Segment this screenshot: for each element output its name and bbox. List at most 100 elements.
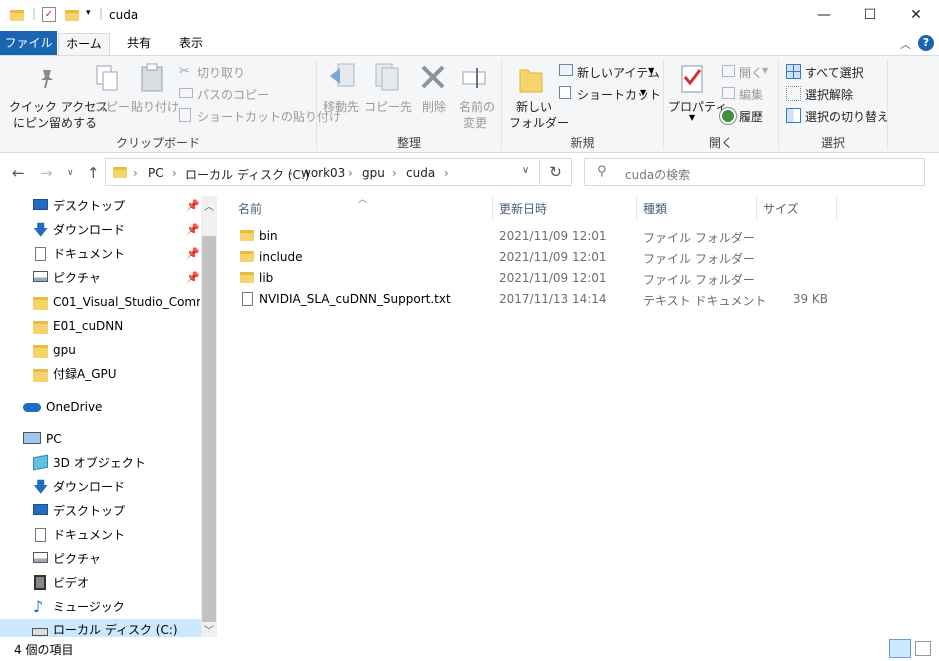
address-history-dropdown-icon[interactable]: ∨ (522, 165, 529, 176)
search-box[interactable]: ⚲ cudaの検索 (584, 158, 925, 186)
nav-item-local-disk[interactable]: ローカル ディスク (C:) (0, 619, 201, 637)
pin-icon[interactable]: 📌 (186, 218, 200, 242)
breadcrumb-pc[interactable]: PC (148, 166, 164, 180)
breadcrumb-separator[interactable]: › (392, 166, 397, 180)
properties-quick-icon[interactable]: ✓ (42, 7, 56, 22)
nav-item-gpu[interactable]: gpu (0, 338, 200, 362)
pin-icon[interactable]: 📌 (186, 194, 200, 218)
close-button[interactable]: ✕ (893, 0, 939, 31)
breadcrumb-separator[interactable]: › (444, 166, 449, 180)
nav-item-documents[interactable]: ドキュメント 📌 (0, 242, 200, 266)
address-bar[interactable]: › PC › ローカル ディスク (C:) › work03 › gpu › c… (105, 158, 540, 186)
column-header-type[interactable]: 種類 (643, 200, 667, 217)
pin-quick-access-button-line2[interactable]: にピン留めする (13, 114, 97, 131)
copy-path-button[interactable]: パスのコピー (197, 86, 269, 103)
file-row-include[interactable]: include 2021/11/09 12:01 ファイル フォルダー (234, 247, 834, 268)
nav-item-videos[interactable]: ビデオ (0, 571, 200, 595)
breadcrumb-separator[interactable]: › (348, 166, 353, 180)
rename-button-line2[interactable]: 変更 (463, 114, 487, 131)
select-all-button[interactable]: すべて選択 (805, 64, 864, 81)
shortcut-button[interactable]: ショートカット (577, 86, 661, 103)
title-bar: | ✓ ▾ | cuda — ☐ ✕ (0, 0, 939, 31)
new-folder-button-line2[interactable]: フォルダー (509, 114, 569, 131)
dropdown-arrow-icon[interactable]: ▼ (640, 88, 646, 97)
nav-item-desktop[interactable]: デスクトップ 📌 (0, 194, 200, 218)
pin-icon[interactable]: 📌 (186, 242, 200, 266)
paste-button[interactable]: 貼り付け (131, 98, 179, 115)
minimize-button[interactable]: — (801, 0, 847, 31)
tab-home[interactable]: ホーム (58, 33, 110, 56)
nav-item-downloads[interactable]: 🡇 ダウンロード 📌 (0, 218, 200, 242)
tab-file[interactable]: ファイル (0, 31, 57, 55)
copy-to-button[interactable]: コピー先 (364, 98, 412, 115)
nav-item-onedrive[interactable]: OneDrive (0, 395, 200, 419)
file-row-bin[interactable]: bin 2021/11/09 12:01 ファイル フォルダー (234, 226, 834, 247)
cut-button[interactable]: 切り取り (197, 64, 245, 81)
ribbon-tabs: ファイル ホーム 共有 表示 ︿ ? (0, 31, 939, 56)
delete-button[interactable]: 削除 (422, 98, 446, 115)
select-none-button[interactable]: 選択解除 (805, 86, 853, 103)
new-folder-quick-icon[interactable] (65, 10, 79, 21)
refresh-button[interactable]: ↻ (540, 158, 572, 186)
history-button[interactable]: 履歴 (739, 108, 763, 125)
new-folder-button-line1[interactable]: 新しい (516, 98, 552, 115)
column-divider[interactable] (636, 196, 637, 220)
scroll-up-icon[interactable]: ︿ (204, 198, 214, 213)
file-modified: 2017/11/13 14:14 (499, 292, 607, 306)
breadcrumb-separator[interactable]: › (172, 166, 177, 180)
forward-button[interactable]: → (40, 164, 53, 182)
move-to-button[interactable]: 移動先 (323, 98, 359, 115)
nav-item-label: gpu (53, 343, 76, 357)
file-row-nvidia-sla[interactable]: NVIDIA_SLA_cuDNN_Support.txt 2017/11/13 … (234, 289, 834, 310)
nav-item-music[interactable]: ♪ ミュージック (0, 595, 200, 619)
paste-shortcut-button[interactable]: ショートカットの貼り付け (197, 108, 341, 125)
breadcrumb-separator[interactable]: › (133, 166, 138, 180)
scroll-down-icon[interactable]: ﹀ (204, 622, 214, 637)
open-button[interactable]: 開く (739, 64, 763, 81)
nav-scrollbar-thumb[interactable] (202, 236, 216, 622)
breadcrumb-separator[interactable]: › (288, 166, 293, 180)
column-divider[interactable] (756, 196, 757, 220)
nav-item-label: ピクチャ (53, 271, 101, 285)
nav-item-appendix-a-gpu[interactable]: 付録A_GPU (0, 362, 200, 386)
nav-item-pictures[interactable]: ピクチャ 📌 (0, 266, 200, 290)
tab-view[interactable]: 表示 (168, 33, 214, 55)
column-divider[interactable] (492, 196, 493, 220)
column-header-modified[interactable]: 更新日時 (499, 200, 547, 217)
back-button[interactable]: ← (12, 164, 25, 182)
nav-item-pc-documents[interactable]: ドキュメント (0, 523, 200, 547)
nav-item-pc[interactable]: PC (0, 427, 200, 451)
tab-share[interactable]: 共有 (116, 33, 162, 55)
maximize-button[interactable]: ☐ (847, 0, 893, 31)
dropdown-arrow-icon[interactable]: ▼ (762, 66, 768, 75)
search-placeholder[interactable]: cudaの検索 (625, 166, 690, 183)
invert-selection-button[interactable]: 選択の切り替え (805, 108, 889, 125)
nav-item-c01-visual-studio[interactable]: C01_Visual_Studio_Community (0, 290, 200, 314)
up-button[interactable]: ↑ (87, 164, 100, 182)
column-divider[interactable] (836, 196, 837, 220)
breadcrumb-gpu[interactable]: gpu (362, 166, 385, 180)
details-view-icon[interactable] (889, 639, 911, 658)
dropdown-arrow-icon[interactable]: ▼ (689, 113, 695, 122)
recent-locations-icon[interactable]: ∨ (67, 168, 74, 178)
nav-item-pc-desktop[interactable]: デスクトップ (0, 499, 200, 523)
breadcrumb-cuda[interactable]: cuda (406, 166, 435, 180)
large-icons-view-icon[interactable] (915, 641, 931, 656)
column-header-name[interactable]: 名前 (238, 200, 262, 217)
rename-button-line1[interactable]: 名前の (459, 98, 495, 115)
column-header-size[interactable]: サイズ (763, 200, 799, 217)
dropdown-arrow-icon[interactable]: ▼ (648, 66, 654, 75)
copy-button[interactable]: コピー (94, 98, 130, 115)
nav-item-3d-objects[interactable]: 3D オブジェクト (0, 451, 200, 475)
pin-icon[interactable]: 📌 (186, 266, 200, 290)
help-icon[interactable]: ? (918, 35, 934, 51)
nav-item-pc-downloads[interactable]: 🡇 ダウンロード (0, 475, 200, 499)
collapse-ribbon-icon[interactable]: ︿ (900, 36, 911, 52)
customize-toolbar-icon[interactable]: ▾ (86, 8, 91, 18)
file-row-lib[interactable]: lib 2021/11/09 12:01 ファイル フォルダー (234, 268, 834, 289)
nav-item-pc-pictures[interactable]: ピクチャ (0, 547, 200, 571)
properties-button[interactable]: プロパティ (668, 98, 727, 115)
breadcrumb-work03[interactable]: work03 (301, 166, 345, 180)
nav-item-e01-cudnn[interactable]: E01_cuDNN (0, 314, 200, 338)
edit-button[interactable]: 編集 (739, 86, 763, 103)
